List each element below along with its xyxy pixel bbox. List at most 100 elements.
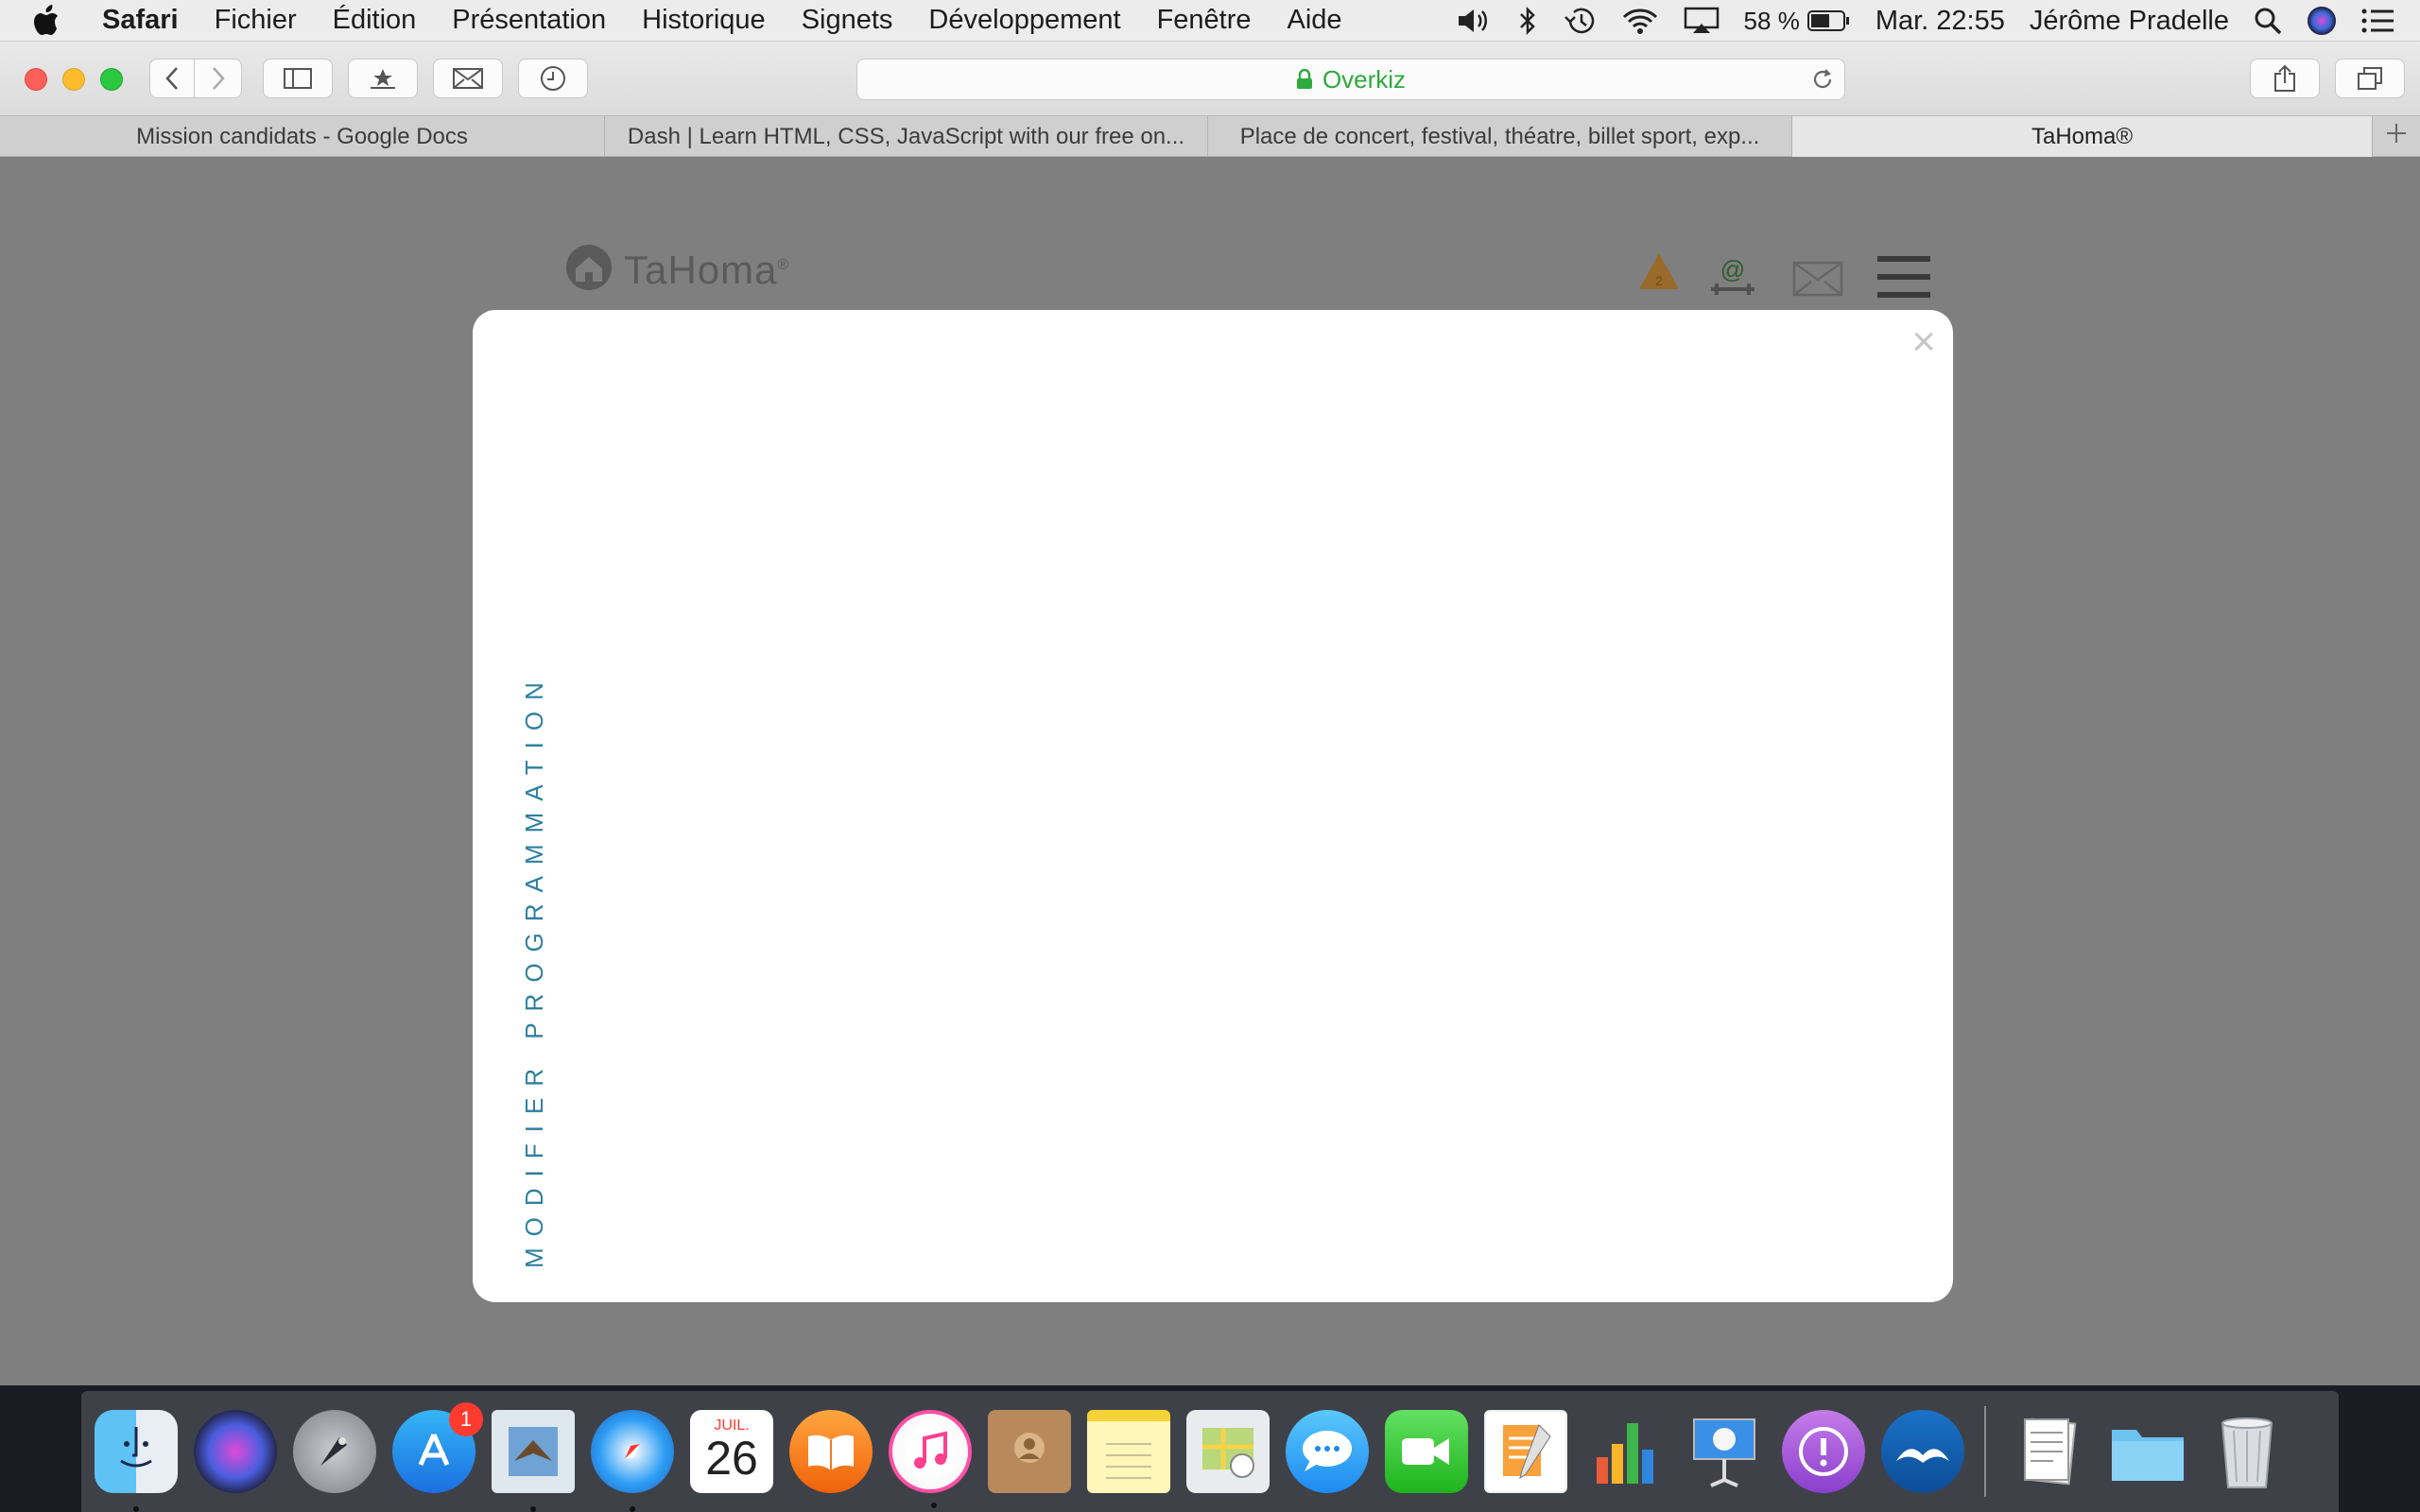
tab-tahoma[interactable]: TaHoma® bbox=[1792, 116, 2373, 157]
app-store-icon[interactable]: 1 bbox=[392, 1402, 483, 1493]
reload-icon[interactable] bbox=[1810, 67, 1835, 92]
notification-center-icon[interactable] bbox=[2361, 8, 2395, 34]
openoffice-icon[interactable] bbox=[1881, 1410, 1964, 1493]
running-indicator bbox=[530, 1506, 536, 1512]
calendar-icon[interactable]: JUIL. 26 bbox=[690, 1410, 773, 1493]
running-indicator bbox=[133, 1506, 139, 1512]
tab-google-docs[interactable]: Mission candidats - Google Docs bbox=[0, 116, 605, 157]
close-icon[interactable]: × bbox=[1911, 321, 1936, 363]
battery-percent: 58 % bbox=[1743, 6, 1800, 35]
share-button[interactable] bbox=[2250, 59, 2320, 98]
lock-icon bbox=[1296, 69, 1313, 90]
zoom-window-button[interactable] bbox=[100, 68, 123, 91]
status-area: 58 % Mar. 22:55 Jérôme Pradelle bbox=[1457, 0, 2420, 42]
maps-icon[interactable] bbox=[1186, 1410, 1270, 1493]
siri-menu-icon[interactable] bbox=[2307, 6, 2337, 36]
plus-icon bbox=[2386, 123, 2407, 150]
close-window-button[interactable] bbox=[25, 68, 47, 91]
siri-icon[interactable] bbox=[194, 1410, 277, 1493]
calendar-day: 26 bbox=[705, 1432, 758, 1485]
connector-symbol: @ bbox=[1720, 259, 1745, 284]
feedback-assistant-icon[interactable] bbox=[1782, 1410, 1865, 1493]
tab-dash[interactable]: Dash | Learn HTML, CSS, JavaScript with … bbox=[605, 116, 1208, 157]
running-indicator bbox=[931, 1503, 937, 1508]
sidebar-icon bbox=[284, 68, 312, 89]
clock-icon bbox=[540, 65, 566, 92]
modal-dialog: × MODIFIER PROGRAMMATION bbox=[473, 310, 1953, 1302]
pages-icon[interactable] bbox=[1484, 1410, 1567, 1493]
launchpad-icon[interactable] bbox=[293, 1410, 376, 1493]
app-store-badge: 1 bbox=[449, 1402, 483, 1436]
documents-stack-icon[interactable] bbox=[2007, 1410, 2090, 1493]
share-mail-button[interactable] bbox=[433, 59, 503, 98]
alert-count: 2 bbox=[1655, 273, 1663, 288]
volume-icon[interactable] bbox=[1457, 7, 1493, 35]
back-button[interactable] bbox=[149, 59, 195, 98]
finder-icon[interactable] bbox=[95, 1410, 178, 1512]
chevron-right-icon bbox=[211, 66, 226, 91]
battery-icon[interactable] bbox=[1806, 9, 1851, 32]
spotlight-icon[interactable] bbox=[2254, 7, 2282, 35]
itunes-icon[interactable] bbox=[889, 1410, 972, 1508]
site-logo[interactable]: TaHoma® bbox=[563, 244, 789, 296]
menubar: Safari Fichier Édition Présentation Hist… bbox=[0, 0, 2420, 42]
running-indicator bbox=[630, 1506, 635, 1512]
chevron-left-icon bbox=[164, 66, 180, 91]
folder-icon[interactable] bbox=[2106, 1410, 2189, 1493]
trash-icon[interactable] bbox=[2205, 1410, 2289, 1493]
desktop-bottom: 1 JUIL. 26 bbox=[0, 1385, 2420, 1512]
alert-icon[interactable]: 2 bbox=[1637, 251, 1681, 291]
clock[interactable]: Mar. 22:55 bbox=[1876, 6, 2005, 37]
forward-button[interactable] bbox=[195, 59, 242, 98]
safari-toolbar: Overkiz bbox=[0, 42, 2420, 115]
modal-vertical-label: MODIFIER PROGRAMMATION bbox=[520, 671, 548, 1268]
messages-icon[interactable] bbox=[1792, 261, 1843, 297]
dock-separator bbox=[1984, 1406, 1986, 1497]
logo-mark: ® bbox=[777, 256, 790, 273]
facetime-icon[interactable] bbox=[1385, 1410, 1468, 1493]
hamburger-menu-icon[interactable] bbox=[1877, 255, 1930, 299]
ibooks-icon[interactable] bbox=[789, 1410, 873, 1493]
site-logo-text: TaHoma® bbox=[624, 248, 789, 293]
time-machine-icon[interactable] bbox=[1563, 6, 1597, 36]
numbers-icon[interactable] bbox=[1583, 1410, 1667, 1493]
mail-eagle-icon[interactable] bbox=[492, 1410, 575, 1512]
menu-developpement[interactable]: Développement bbox=[928, 5, 1120, 36]
top-sites-button[interactable] bbox=[348, 59, 418, 98]
menu-fichier[interactable]: Fichier bbox=[215, 5, 297, 36]
menu-edition[interactable]: Édition bbox=[333, 5, 417, 36]
notes-icon[interactable] bbox=[1087, 1410, 1170, 1493]
menu-aide[interactable]: Aide bbox=[1288, 5, 1342, 36]
connector-icon[interactable]: @ bbox=[1707, 259, 1758, 299]
menu-presentation[interactable]: Présentation bbox=[452, 5, 606, 36]
menu-fenetre[interactable]: Fenêtre bbox=[1157, 5, 1252, 36]
page-content: TaHoma® 2 @ × MODIFIER PROGRAMMATION bbox=[0, 157, 2420, 1385]
contacts-icon[interactable] bbox=[988, 1410, 1071, 1493]
wifi-icon[interactable] bbox=[1621, 7, 1659, 35]
menu-app-safari[interactable]: Safari bbox=[102, 5, 179, 36]
safari-icon[interactable] bbox=[591, 1410, 674, 1512]
tabs-overview-button[interactable] bbox=[2335, 59, 2405, 98]
airplay-icon[interactable] bbox=[1684, 7, 1720, 35]
tab-tickets[interactable]: Place de concert, festival, théatre, bil… bbox=[1208, 116, 1792, 157]
minimize-window-button[interactable] bbox=[62, 68, 85, 91]
tabs-icon bbox=[2357, 66, 2383, 91]
address-bar[interactable]: Overkiz bbox=[856, 59, 1845, 100]
apple-icon[interactable] bbox=[32, 0, 85, 42]
history-button[interactable] bbox=[518, 59, 588, 98]
keynote-icon[interactable] bbox=[1683, 1410, 1766, 1493]
bluetooth-icon[interactable] bbox=[1517, 6, 1538, 36]
envelope-icon bbox=[453, 68, 483, 89]
user-name[interactable]: Jérôme Pradelle bbox=[2030, 6, 2229, 37]
messages-app-icon[interactable] bbox=[1286, 1410, 1369, 1493]
sidebar-button[interactable] bbox=[263, 59, 333, 98]
menu-signets[interactable]: Signets bbox=[802, 5, 893, 36]
logo-wordmark: TaHoma bbox=[624, 247, 778, 292]
tab-bar: Mission candidats - Google Docs Dash | L… bbox=[0, 115, 2420, 157]
new-tab-button[interactable] bbox=[2373, 116, 2420, 157]
star-icon bbox=[369, 67, 397, 90]
share-icon bbox=[2273, 64, 2296, 93]
address-text: Overkiz bbox=[1322, 64, 1407, 94]
home-icon bbox=[563, 244, 614, 296]
menu-historique[interactable]: Historique bbox=[642, 5, 766, 36]
